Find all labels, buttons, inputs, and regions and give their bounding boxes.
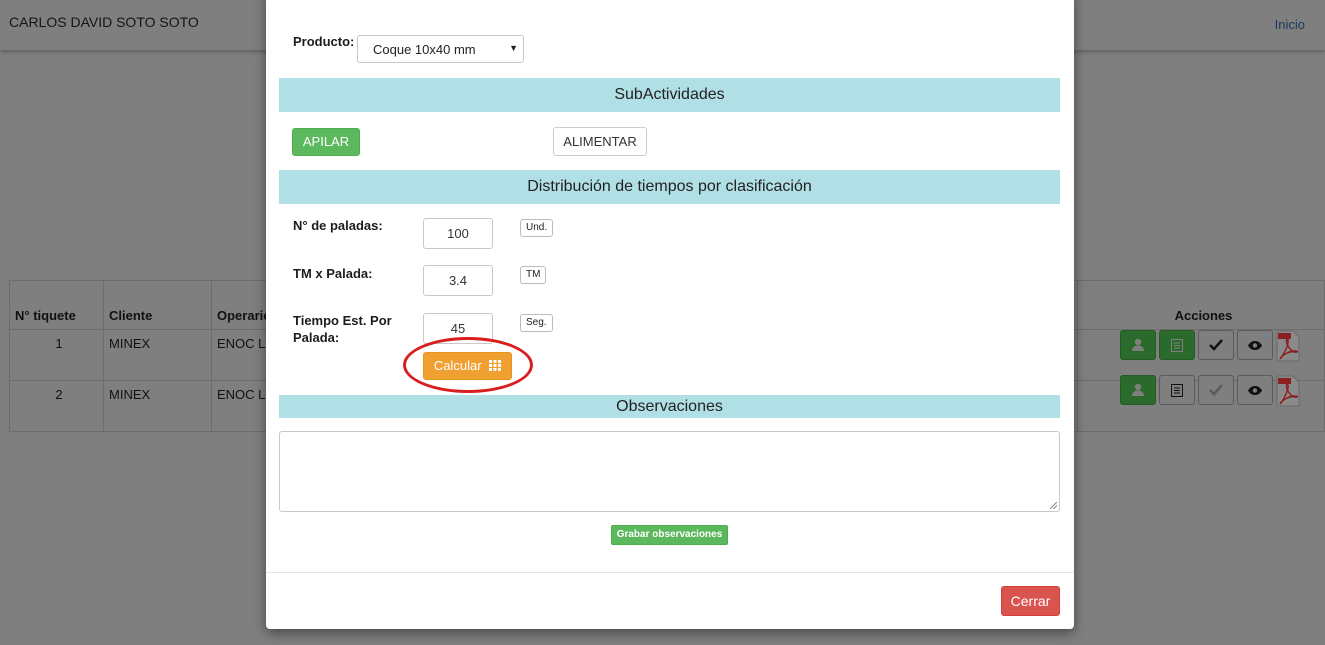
grabar-observaciones-button[interactable]: Grabar observaciones xyxy=(611,525,728,545)
producto-selected-value: Coque 10x40 mm xyxy=(373,42,476,57)
view-button[interactable] xyxy=(1237,330,1273,360)
producto-label: Producto: xyxy=(293,34,355,49)
approve-button[interactable] xyxy=(1198,330,1234,360)
paladas-unit: Und. xyxy=(520,219,554,237)
details-button[interactable] xyxy=(1159,330,1195,360)
distribucion-header: Distribución de tiempos por clasificació… xyxy=(279,170,1060,204)
ticket-number: 2 xyxy=(9,380,104,432)
apilar-button[interactable]: APILAR xyxy=(292,128,360,156)
row-actions xyxy=(1120,375,1300,407)
details-button[interactable] xyxy=(1159,375,1195,405)
tm-palada-input[interactable]: 3.4 xyxy=(423,265,493,296)
list-icon xyxy=(1171,383,1183,397)
alimentar-button[interactable]: ALIMENTAR xyxy=(553,127,647,156)
list-icon xyxy=(1171,338,1183,352)
tiempo-palada-label: Tiempo Est. Por Palada: xyxy=(293,313,392,345)
user-icon xyxy=(1132,338,1144,351)
modal-footer-divider xyxy=(266,572,1074,573)
tiempo-palada-unit: Seg. xyxy=(520,314,553,332)
row-actions xyxy=(1120,330,1300,362)
column-header-acciones: Acciones xyxy=(1077,280,1325,330)
user-name: CARLOS DAVID SOTO SOTO xyxy=(9,14,199,30)
paladas-input[interactable]: 100 xyxy=(423,218,493,249)
approve-button[interactable] xyxy=(1198,375,1234,405)
pdf-icon[interactable] xyxy=(1276,375,1300,407)
tm-palada-unit: TM xyxy=(520,266,547,284)
subactividades-header: SubActividades xyxy=(279,78,1060,112)
highlight-circle xyxy=(403,337,533,393)
client-name: MINEX xyxy=(103,380,212,432)
eye-icon xyxy=(1248,385,1262,395)
assign-user-button[interactable] xyxy=(1120,375,1156,405)
ticket-number: 1 xyxy=(9,329,104,381)
column-header-cliente: Cliente xyxy=(103,280,212,330)
home-link[interactable]: Inicio xyxy=(1275,17,1305,32)
observaciones-textarea[interactable] xyxy=(279,431,1060,512)
resize-handle-icon[interactable] xyxy=(1050,502,1057,509)
observaciones-header: Observaciones xyxy=(279,395,1060,418)
check-icon xyxy=(1209,384,1223,396)
paladas-label: N° de paladas: xyxy=(293,218,383,233)
column-header-ticket: N° tiquete xyxy=(9,280,104,330)
pdf-icon[interactable] xyxy=(1276,330,1300,362)
eye-icon xyxy=(1248,340,1262,350)
tm-palada-label: TM x Palada: xyxy=(293,266,373,281)
modal-dialog: Producto: Coque 10x40 mm ▼ SubActividade… xyxy=(266,0,1074,629)
client-name: MINEX xyxy=(103,329,212,381)
cerrar-button[interactable]: Cerrar xyxy=(1001,586,1060,616)
check-icon xyxy=(1209,339,1223,351)
caret-down-icon: ▼ xyxy=(509,43,518,53)
producto-select[interactable]: Coque 10x40 mm ▼ xyxy=(357,35,524,63)
view-button[interactable] xyxy=(1237,375,1273,405)
user-icon xyxy=(1132,383,1144,396)
assign-user-button[interactable] xyxy=(1120,330,1156,360)
